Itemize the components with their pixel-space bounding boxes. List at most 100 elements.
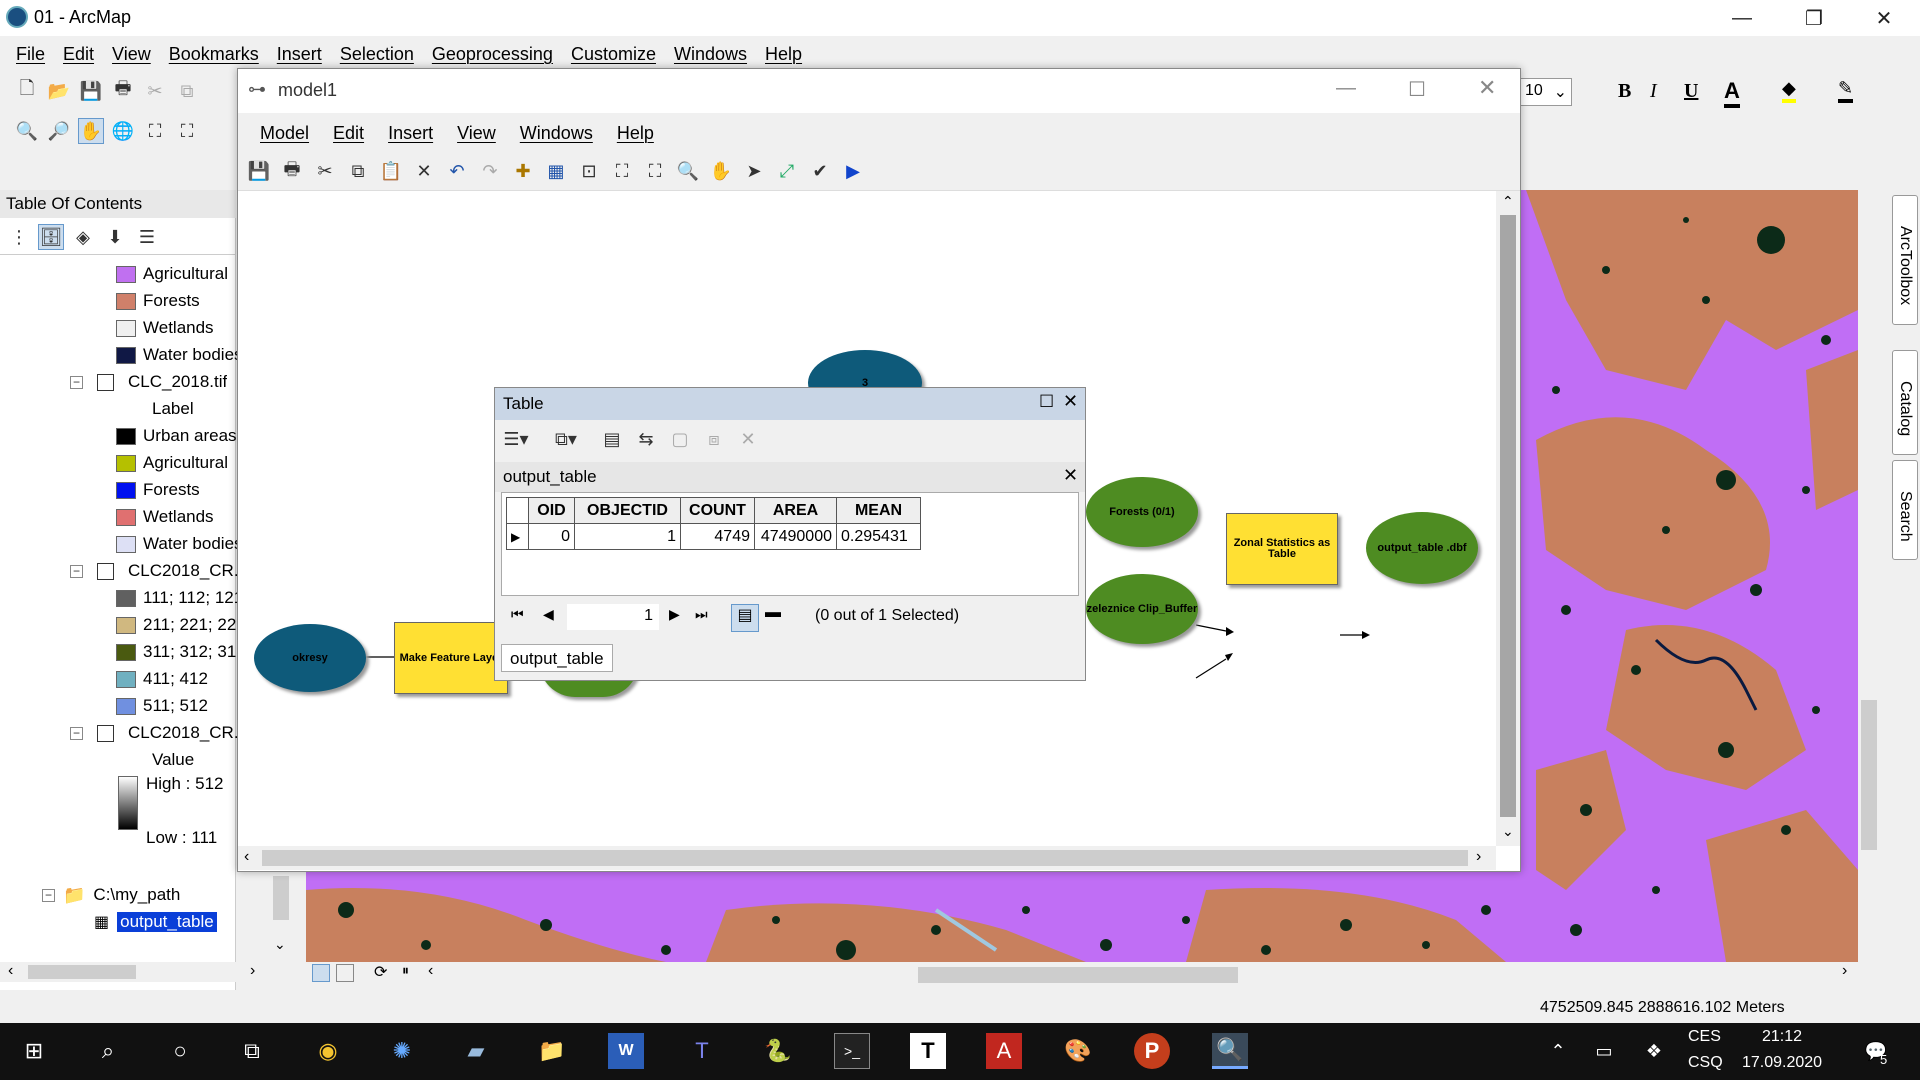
menu-file[interactable]: File	[16, 44, 45, 65]
minimize-button[interactable]: —	[1714, 0, 1770, 36]
map-vertical-scroll-thumb[interactable]	[1861, 700, 1877, 850]
model-close-button[interactable]: ✕	[1478, 75, 1496, 101]
model-node-zeleznice[interactable]: zeleznice Clip_Buffer	[1086, 574, 1198, 644]
menu-customize[interactable]: Customize	[571, 44, 656, 65]
model-menu-view[interactable]: View	[457, 123, 496, 144]
pan-icon[interactable]: ✋	[708, 159, 734, 185]
table-cell[interactable]: 0	[528, 523, 575, 550]
paint-icon[interactable]: 🎨	[1060, 1033, 1096, 1069]
layout-view-icon[interactable]	[336, 964, 354, 982]
scroll-right-icon[interactable]: ›	[1842, 962, 1847, 980]
previous-record-button[interactable]: ◀	[543, 606, 554, 623]
fixed-zoom-out-icon[interactable]: ⛶	[642, 159, 668, 185]
clear-selection-icon[interactable]: ▢	[667, 426, 693, 452]
task-view-icon[interactable]: ⧉	[234, 1033, 270, 1069]
font-size-select[interactable]: 10 ⌄	[1520, 78, 1572, 106]
folder-my-path[interactable]: − 📁 C:\my_path	[42, 882, 180, 908]
underline-button[interactable]: U	[1684, 80, 1698, 103]
menu-geoprocessing[interactable]: Geoprocessing	[432, 44, 553, 65]
full-extent-icon[interactable]: ⊡	[576, 159, 602, 185]
last-record-button[interactable]: ⏭	[695, 606, 708, 623]
model-node-output[interactable]: output_table .dbf	[1366, 512, 1478, 584]
model-vertical-scroll-thumb[interactable]	[1500, 215, 1516, 817]
table-window[interactable]: Table ☐ ✕ ☰▾ ⧉▾ ▤ ⇆ ▢ ⧈ ✕ output_table ✕…	[494, 387, 1086, 681]
clock-date[interactable]: 17.09.2020	[1742, 1054, 1822, 1072]
auto-layout-icon[interactable]: ▦	[543, 159, 569, 185]
windows-start-icon[interactable]: ⊞	[16, 1033, 52, 1069]
battery-icon[interactable]: ▭	[1586, 1033, 1622, 1069]
arcmap-taskbar-icon[interactable]: 🔍	[1212, 1033, 1248, 1069]
save-icon[interactable]: 💾	[78, 78, 104, 104]
chrome-icon[interactable]: ◉	[310, 1033, 346, 1069]
notifications-icon[interactable]: 💬	[1858, 1033, 1894, 1069]
python-icon[interactable]: 🐍	[760, 1033, 796, 1069]
input-language-1[interactable]: CES	[1688, 1028, 1721, 1046]
column-header[interactable]: MEAN	[836, 497, 921, 524]
table-maximize-button[interactable]: ☐	[1039, 392, 1054, 412]
list-by-selection-icon[interactable]: ⬇	[102, 224, 128, 250]
model-menu-insert[interactable]: Insert	[388, 123, 433, 144]
select-by-attributes-icon[interactable]: ▤	[599, 426, 625, 452]
model-node-forests[interactable]: Forests (0/1)	[1086, 477, 1198, 547]
dropbox-icon[interactable]: ❖	[1636, 1033, 1672, 1069]
related-tables-icon[interactable]: ⧉▾	[553, 426, 579, 452]
table-title-bar[interactable]: Table ☐ ✕	[495, 388, 1085, 420]
toc-horizontal-scrollbar[interactable]: ‹ ›	[0, 962, 255, 982]
toc-scroll-thumb[interactable]	[28, 965, 136, 979]
menu-windows[interactable]: Windows	[674, 44, 747, 65]
column-header[interactable]: AREA	[754, 497, 837, 524]
notes-app-icon[interactable]: ▰	[458, 1033, 494, 1069]
print-icon[interactable]: 🖶	[279, 159, 305, 185]
zoom-in-icon[interactable]: 🔍	[14, 118, 40, 144]
input-language-2[interactable]: CSQ	[1688, 1054, 1723, 1072]
terminal-icon[interactable]: >_	[834, 1033, 870, 1069]
table-cell[interactable]: 0.295431	[836, 523, 921, 550]
menu-insert[interactable]: Insert	[277, 44, 322, 65]
column-header[interactable]: OBJECTID	[574, 497, 681, 524]
redo-icon[interactable]: ↷	[477, 159, 503, 185]
layer-visibility-checkbox[interactable]	[97, 724, 114, 742]
refresh-icon[interactable]: ⟳	[374, 962, 387, 982]
close-button[interactable]: ✕	[1856, 0, 1912, 36]
model-maximize-button[interactable]: ☐	[1408, 77, 1426, 102]
fill-color-icon[interactable]: ◆	[1782, 78, 1796, 103]
table-close-button[interactable]: ✕	[1063, 391, 1078, 412]
table-bottom-tab[interactable]: output_table	[501, 644, 613, 672]
table-cell[interactable]: 1	[574, 523, 681, 550]
first-record-button[interactable]: ⏮	[511, 606, 524, 623]
pause-drawing-icon[interactable]: ⏸	[402, 962, 409, 979]
word-icon[interactable]: W	[608, 1033, 644, 1069]
restore-button[interactable]: ❐	[1786, 0, 1842, 36]
italic-button[interactable]: I	[1650, 80, 1657, 103]
undo-icon[interactable]: ↶	[444, 159, 470, 185]
show-hidden-icons[interactable]: ⌃	[1540, 1033, 1576, 1069]
pan-icon[interactable]: ✋	[78, 118, 104, 144]
model-menu-help[interactable]: Help	[617, 123, 654, 144]
list-by-source-icon[interactable]: 🗄	[38, 224, 64, 250]
arctoolbox-tab[interactable]: ArcToolbox	[1892, 195, 1918, 325]
table-cell[interactable]: 47490000	[754, 523, 837, 550]
layer-visibility-checkbox[interactable]	[97, 373, 114, 391]
toc-vertical-scroll-thumb[interactable]	[273, 876, 289, 920]
map-horizontal-scroll-thumb[interactable]	[918, 967, 1238, 983]
search-icon[interactable]: ⌕	[90, 1033, 126, 1069]
layer-clc2018-cr-2[interactable]: − CLC2018_CR.tif	[70, 720, 252, 746]
save-icon[interactable]: 💾	[246, 159, 272, 185]
column-header[interactable]: OID	[528, 497, 575, 524]
model-tool-zonal-statistics[interactable]: Zonal Statistics as Table	[1226, 513, 1338, 585]
attribute-grid[interactable]: OID OBJECTID COUNT AREA MEAN ▶ 0 1 4749 …	[501, 492, 1079, 596]
table-tab-close-button[interactable]: ✕	[1063, 465, 1078, 486]
model-menu-model[interactable]: Model	[260, 123, 309, 144]
model-title-bar[interactable]: ⊶ model1 — ☐ ✕	[238, 69, 1520, 113]
acrobat-icon[interactable]: A	[986, 1033, 1022, 1069]
menu-edit[interactable]: Edit	[63, 44, 94, 65]
current-record-input[interactable]: 1	[567, 604, 659, 630]
model-horizontal-scrollbar[interactable]: ‹ ›	[238, 846, 1496, 870]
table-cell[interactable]: 4749	[680, 523, 755, 550]
open-folder-icon[interactable]: 📂	[46, 78, 72, 104]
validate-icon[interactable]: ✔	[807, 159, 833, 185]
teams-icon[interactable]: T	[684, 1033, 720, 1069]
menu-view[interactable]: View	[112, 44, 151, 65]
delete-icon[interactable]: ✕	[411, 159, 437, 185]
model-menu-windows[interactable]: Windows	[520, 123, 593, 144]
